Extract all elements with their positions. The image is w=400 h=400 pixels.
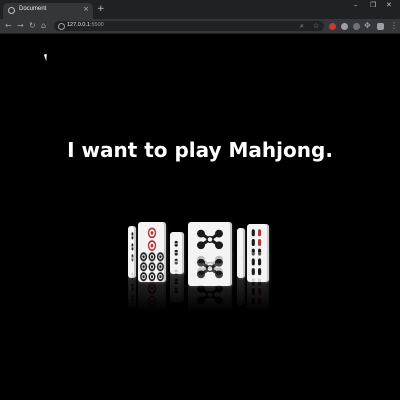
- globe-icon: [8, 7, 15, 14]
- url-host: 127.0.0.1: [67, 22, 90, 28]
- minimize-icon[interactable]: –: [354, 1, 358, 9]
- bookmark-star-icon[interactable]: ☆: [313, 21, 319, 31]
- reload-icon[interactable]: ↻: [29, 20, 36, 32]
- home-icon[interactable]: ⌂: [41, 20, 46, 32]
- bamboo-tile-left-edge-reflection: [128, 256, 136, 308]
- browser-tab[interactable]: Document ×: [3, 3, 93, 19]
- bamboo-tile-right-reflection: [247, 252, 269, 310]
- menu-kebab-icon[interactable]: ⋮: [390, 20, 398, 32]
- address-bar[interactable]: 127.0.0.1:5500 ⌕ ☆: [54, 21, 324, 31]
- page-viewport: I want to play Mahjong.: [0, 34, 400, 400]
- extension-gray-icon[interactable]: [353, 23, 360, 30]
- tab-strip: Document × + – ❐ ✕: [0, 0, 400, 19]
- mahjong-tile-stack[interactable]: [125, 184, 275, 314]
- knot-pattern-tile-center-reflection: [188, 248, 232, 312]
- site-info-icon[interactable]: [58, 23, 65, 30]
- mouse-cursor-icon: [43, 53, 50, 62]
- tiles-reflection: [125, 248, 275, 312]
- circles-tile-red-center-reflection: [138, 252, 166, 312]
- tab-title: Document: [19, 6, 47, 12]
- page-headline: I want to play Mahjong.: [67, 138, 333, 162]
- new-tab-button[interactable]: +: [97, 3, 105, 15]
- browser-toolbar: ← → ↻ ⌂ 127.0.0.1:5500 ⌕ ☆ ✥ ⋮: [0, 19, 400, 34]
- extensions-puzzle-icon[interactable]: ✥: [364, 20, 371, 32]
- zoom-search-icon[interactable]: ⌕: [300, 21, 304, 31]
- blank-tile-edge-reflection: [237, 256, 245, 306]
- url-text[interactable]: 127.0.0.1:5500: [67, 22, 104, 28]
- profile-icon[interactable]: [377, 23, 384, 30]
- back-arrow-icon[interactable]: ←: [5, 20, 12, 32]
- url-port: :5500: [89, 22, 104, 28]
- maximize-icon[interactable]: ❐: [370, 1, 376, 9]
- extension-red-icon[interactable]: [329, 23, 336, 30]
- extension-shield-icon[interactable]: [341, 23, 348, 30]
- forward-arrow-icon[interactable]: →: [17, 20, 24, 32]
- close-tab-icon[interactable]: ×: [83, 5, 89, 13]
- close-window-icon[interactable]: ✕: [386, 1, 392, 9]
- bamboo-tile-narrow-reflection: [170, 260, 184, 302]
